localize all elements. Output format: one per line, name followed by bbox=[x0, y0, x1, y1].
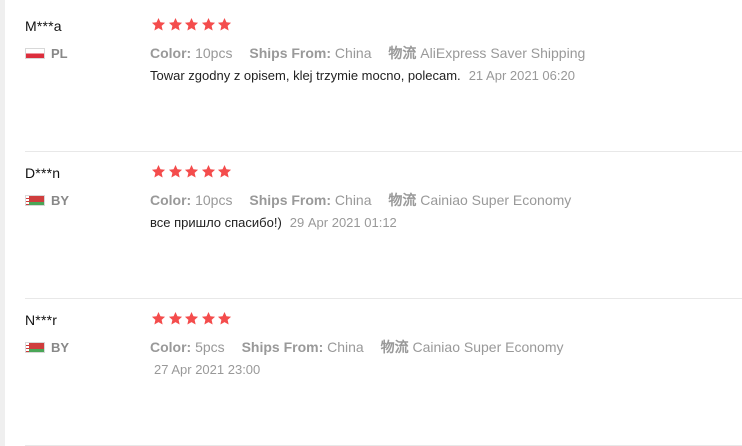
star-rating bbox=[151, 311, 234, 329]
ships-from-value: China bbox=[327, 339, 364, 355]
star-rating bbox=[151, 17, 234, 35]
color-value: 10pcs bbox=[195, 45, 233, 61]
feedback-text-row: все пришло спасибо!) 29 Apr 2021 01:12 bbox=[150, 215, 397, 230]
feedback-text: Towar zgodny z opisem, klej trzymie mocn… bbox=[150, 68, 461, 83]
star-icon bbox=[184, 164, 199, 179]
country-code: BY bbox=[51, 192, 70, 208]
ships-from-value: China bbox=[334, 45, 372, 61]
order-attributes: Color: 10pcs Ships From: China 物流 AliExp… bbox=[150, 43, 585, 63]
color-value: 10pcs bbox=[195, 192, 233, 208]
star-rating bbox=[151, 164, 234, 182]
review-date: 21 Apr 2021 06:20 bbox=[468, 68, 575, 83]
review-item: M***a PL Color: 10pcs Ships From: China … bbox=[25, 0, 742, 147]
ships-from-label: Ships From: bbox=[249, 192, 332, 208]
feedback-text-row: Towar zgodny z opisem, klej trzymie mocn… bbox=[150, 68, 575, 83]
star-icon bbox=[184, 17, 199, 32]
star-icon bbox=[217, 17, 232, 32]
logistics-value: Cainiao Super Economy bbox=[420, 192, 572, 208]
star-icon bbox=[151, 17, 166, 32]
country-code: PL bbox=[51, 45, 68, 61]
ships-from-label: Ships From: bbox=[241, 339, 324, 355]
star-icon bbox=[168, 164, 183, 179]
star-icon bbox=[151, 311, 166, 326]
ships-from-value: China bbox=[334, 192, 372, 208]
country-code: BY bbox=[51, 339, 70, 355]
star-icon bbox=[217, 311, 232, 326]
star-icon bbox=[168, 311, 183, 326]
review-date: 27 Apr 2021 23:00 bbox=[154, 362, 261, 377]
star-icon bbox=[168, 17, 183, 32]
logistics-label: 物流 bbox=[380, 339, 409, 355]
color-label: Color: bbox=[150, 192, 192, 208]
star-icon bbox=[151, 164, 166, 179]
feedback-text-row: 27 Apr 2021 23:00 bbox=[150, 362, 260, 377]
logistics-value: Cainiao Super Economy bbox=[412, 339, 564, 355]
color-label: Color: bbox=[150, 339, 192, 355]
logistics-label: 物流 bbox=[388, 45, 417, 61]
buyer-country: BY bbox=[25, 191, 69, 209]
buyer-name: D***n bbox=[25, 165, 61, 181]
review-item: N***r BY Color: 5pcs Ships From: China 物… bbox=[25, 294, 742, 441]
feedback-list: M***a PL Color: 10pcs Ships From: China … bbox=[0, 0, 742, 446]
star-icon bbox=[201, 164, 216, 179]
star-icon bbox=[201, 17, 216, 32]
color-value: 5pcs bbox=[195, 339, 225, 355]
poland-flag-icon bbox=[25, 47, 45, 59]
belarus-flag-icon bbox=[25, 194, 45, 206]
buyer-country: PL bbox=[25, 44, 68, 62]
star-icon bbox=[184, 311, 199, 326]
order-attributes: Color: 10pcs Ships From: China 物流 Cainia… bbox=[150, 190, 571, 210]
order-attributes: Color: 5pcs Ships From: China 物流 Cainiao… bbox=[150, 337, 564, 357]
buyer-name: N***r bbox=[25, 312, 58, 328]
review-item: D***n BY Color: 10pcs Ships From: China … bbox=[25, 147, 742, 294]
color-label: Color: bbox=[150, 45, 192, 61]
review-date: 29 Apr 2021 01:12 bbox=[289, 215, 397, 230]
star-icon bbox=[201, 311, 216, 326]
buyer-name: M***a bbox=[25, 18, 62, 34]
belarus-flag-icon bbox=[25, 341, 45, 353]
logistics-value: AliExpress Saver Shipping bbox=[420, 45, 586, 61]
feedback-text: все пришло спасибо!) bbox=[150, 215, 282, 230]
star-icon bbox=[217, 164, 232, 179]
buyer-country: BY bbox=[25, 338, 69, 356]
ships-from-label: Ships From: bbox=[249, 45, 332, 61]
left-border bbox=[0, 0, 5, 446]
logistics-label: 物流 bbox=[388, 192, 417, 208]
